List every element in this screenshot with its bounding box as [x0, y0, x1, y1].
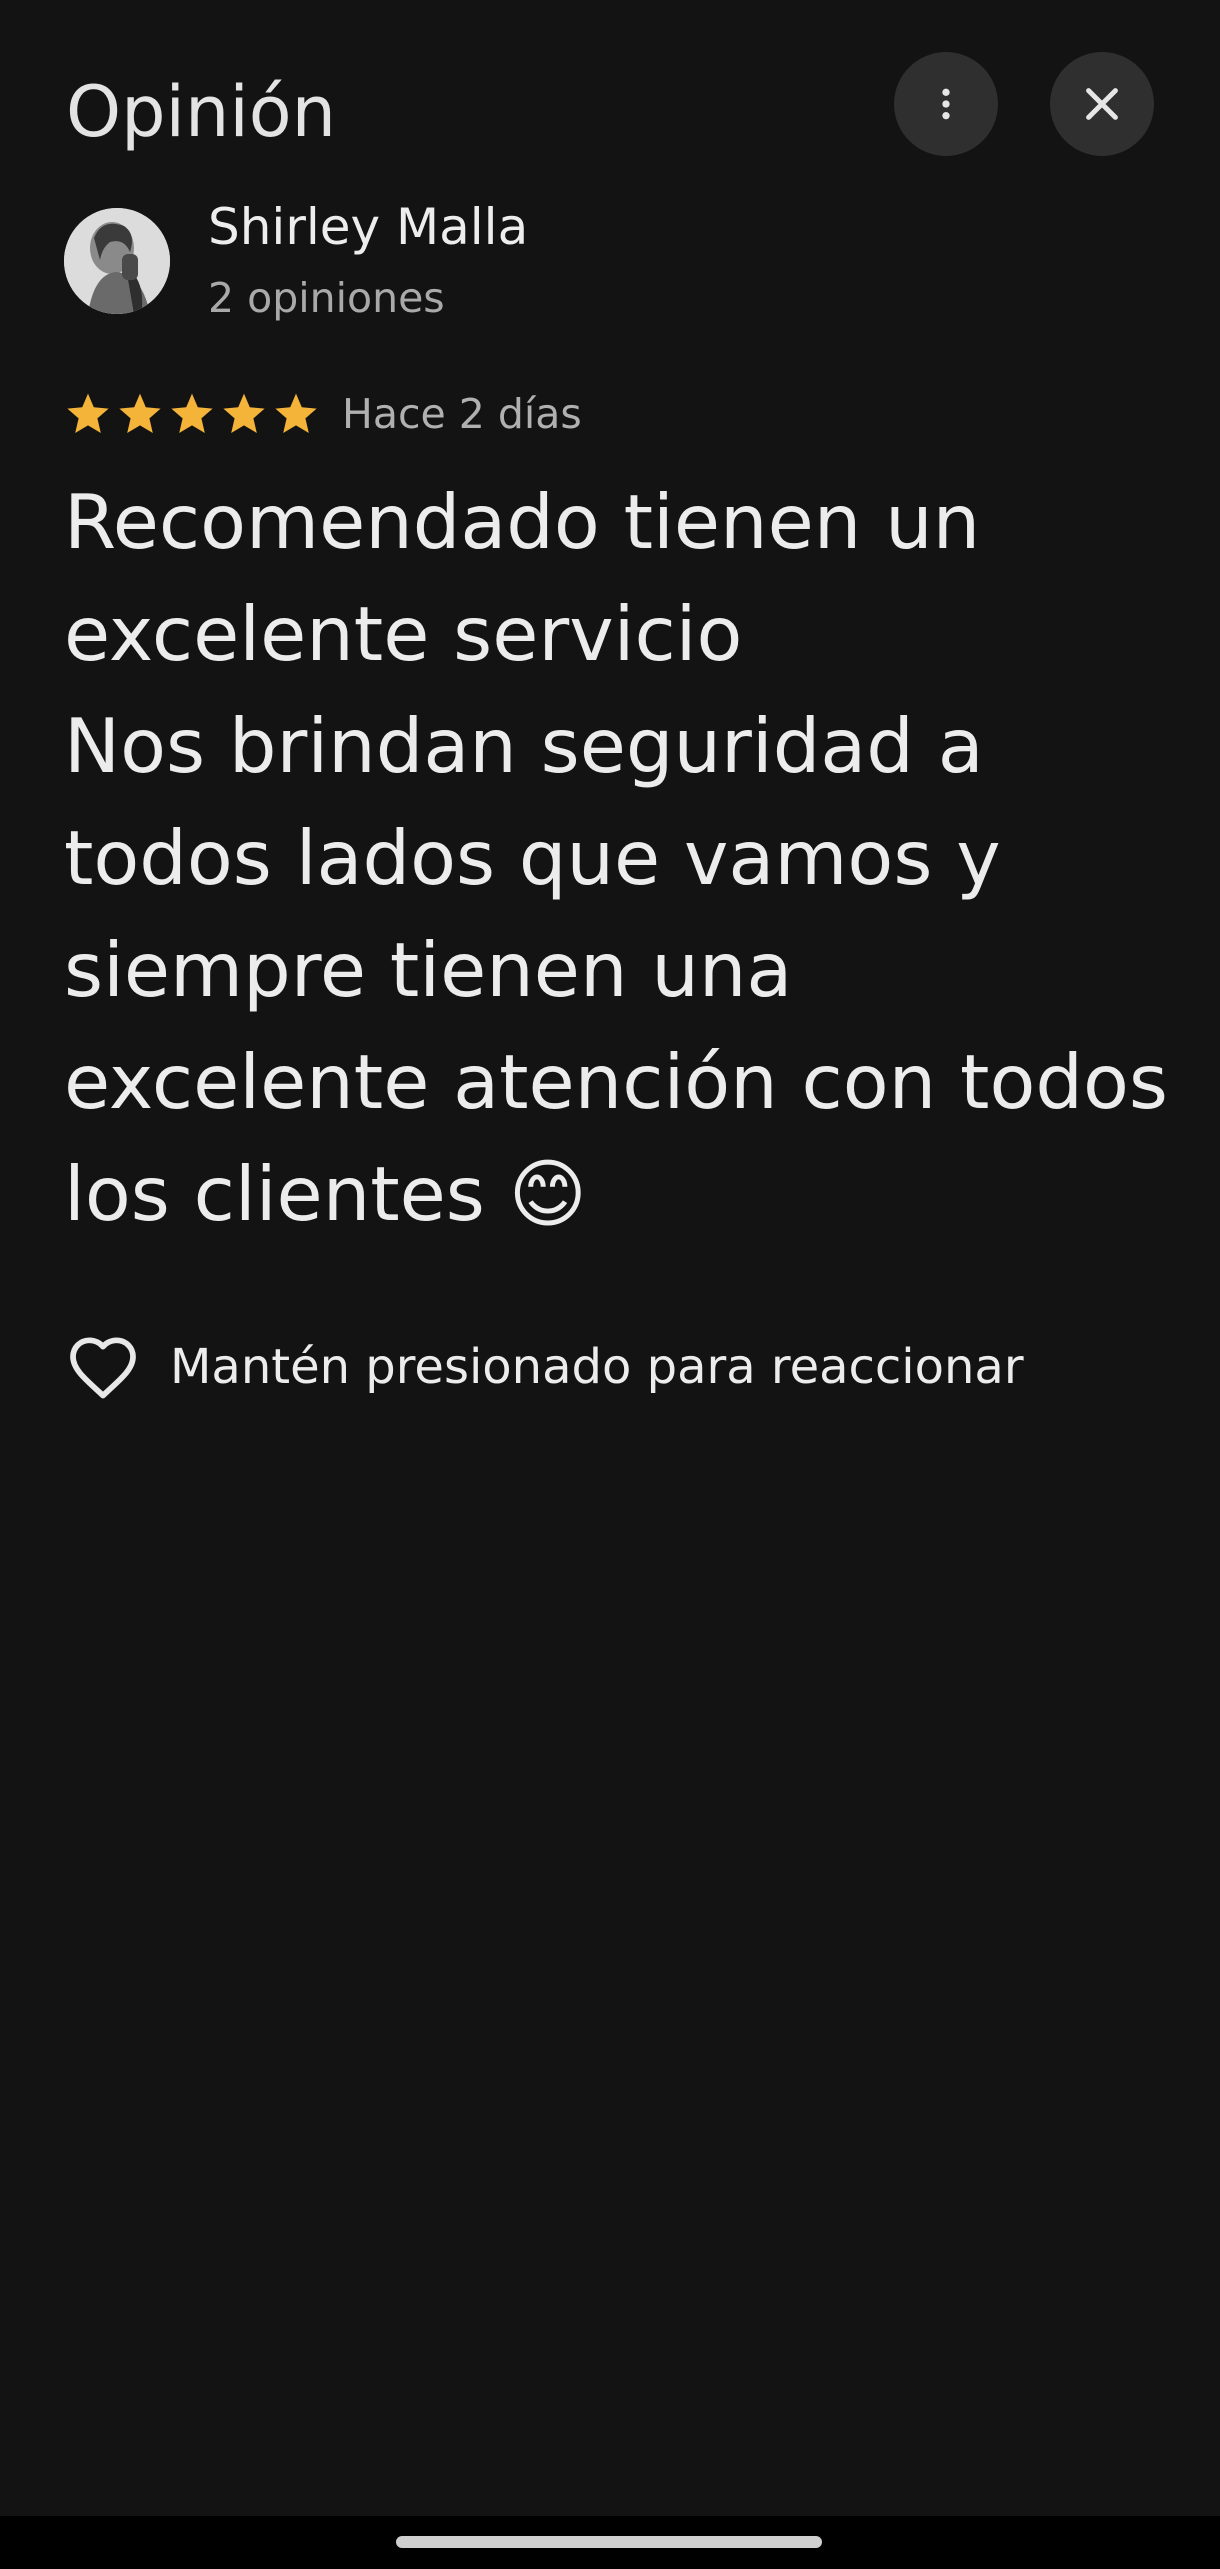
review-detail-screen: Opinión Shirley Malla 2 opiniones Hace 2… — [0, 0, 1220, 2569]
review-text: Recomendado tienen un excelente servicio… — [64, 478, 1168, 1238]
page-title: Opinión — [66, 71, 336, 153]
star-icon — [119, 393, 161, 433]
avatar-photo — [64, 208, 170, 314]
author-avatar[interactable] — [64, 208, 170, 314]
more-options-button[interactable] — [894, 52, 998, 156]
review-date: Hace 2 días — [342, 390, 582, 438]
rating-row: Hace 2 días — [64, 384, 582, 444]
author-name[interactable]: Shirley Malla — [208, 194, 528, 260]
more-vert-icon — [942, 88, 950, 120]
close-button[interactable] — [1050, 52, 1154, 156]
star-icon — [67, 393, 109, 433]
star-icon — [275, 393, 317, 433]
react-label: Mantén presionado para reaccionar — [170, 1339, 1024, 1395]
home-gesture-handle[interactable] — [396, 2536, 822, 2548]
star-icon — [171, 393, 213, 433]
close-icon — [1086, 88, 1118, 120]
react-button[interactable]: Mantén presionado para reaccionar — [66, 1330, 1024, 1404]
star-icon — [223, 393, 265, 433]
author-review-count: 2 opiniones — [208, 274, 445, 322]
heart-outline-icon — [70, 1337, 136, 1399]
star-rating — [64, 390, 320, 438]
